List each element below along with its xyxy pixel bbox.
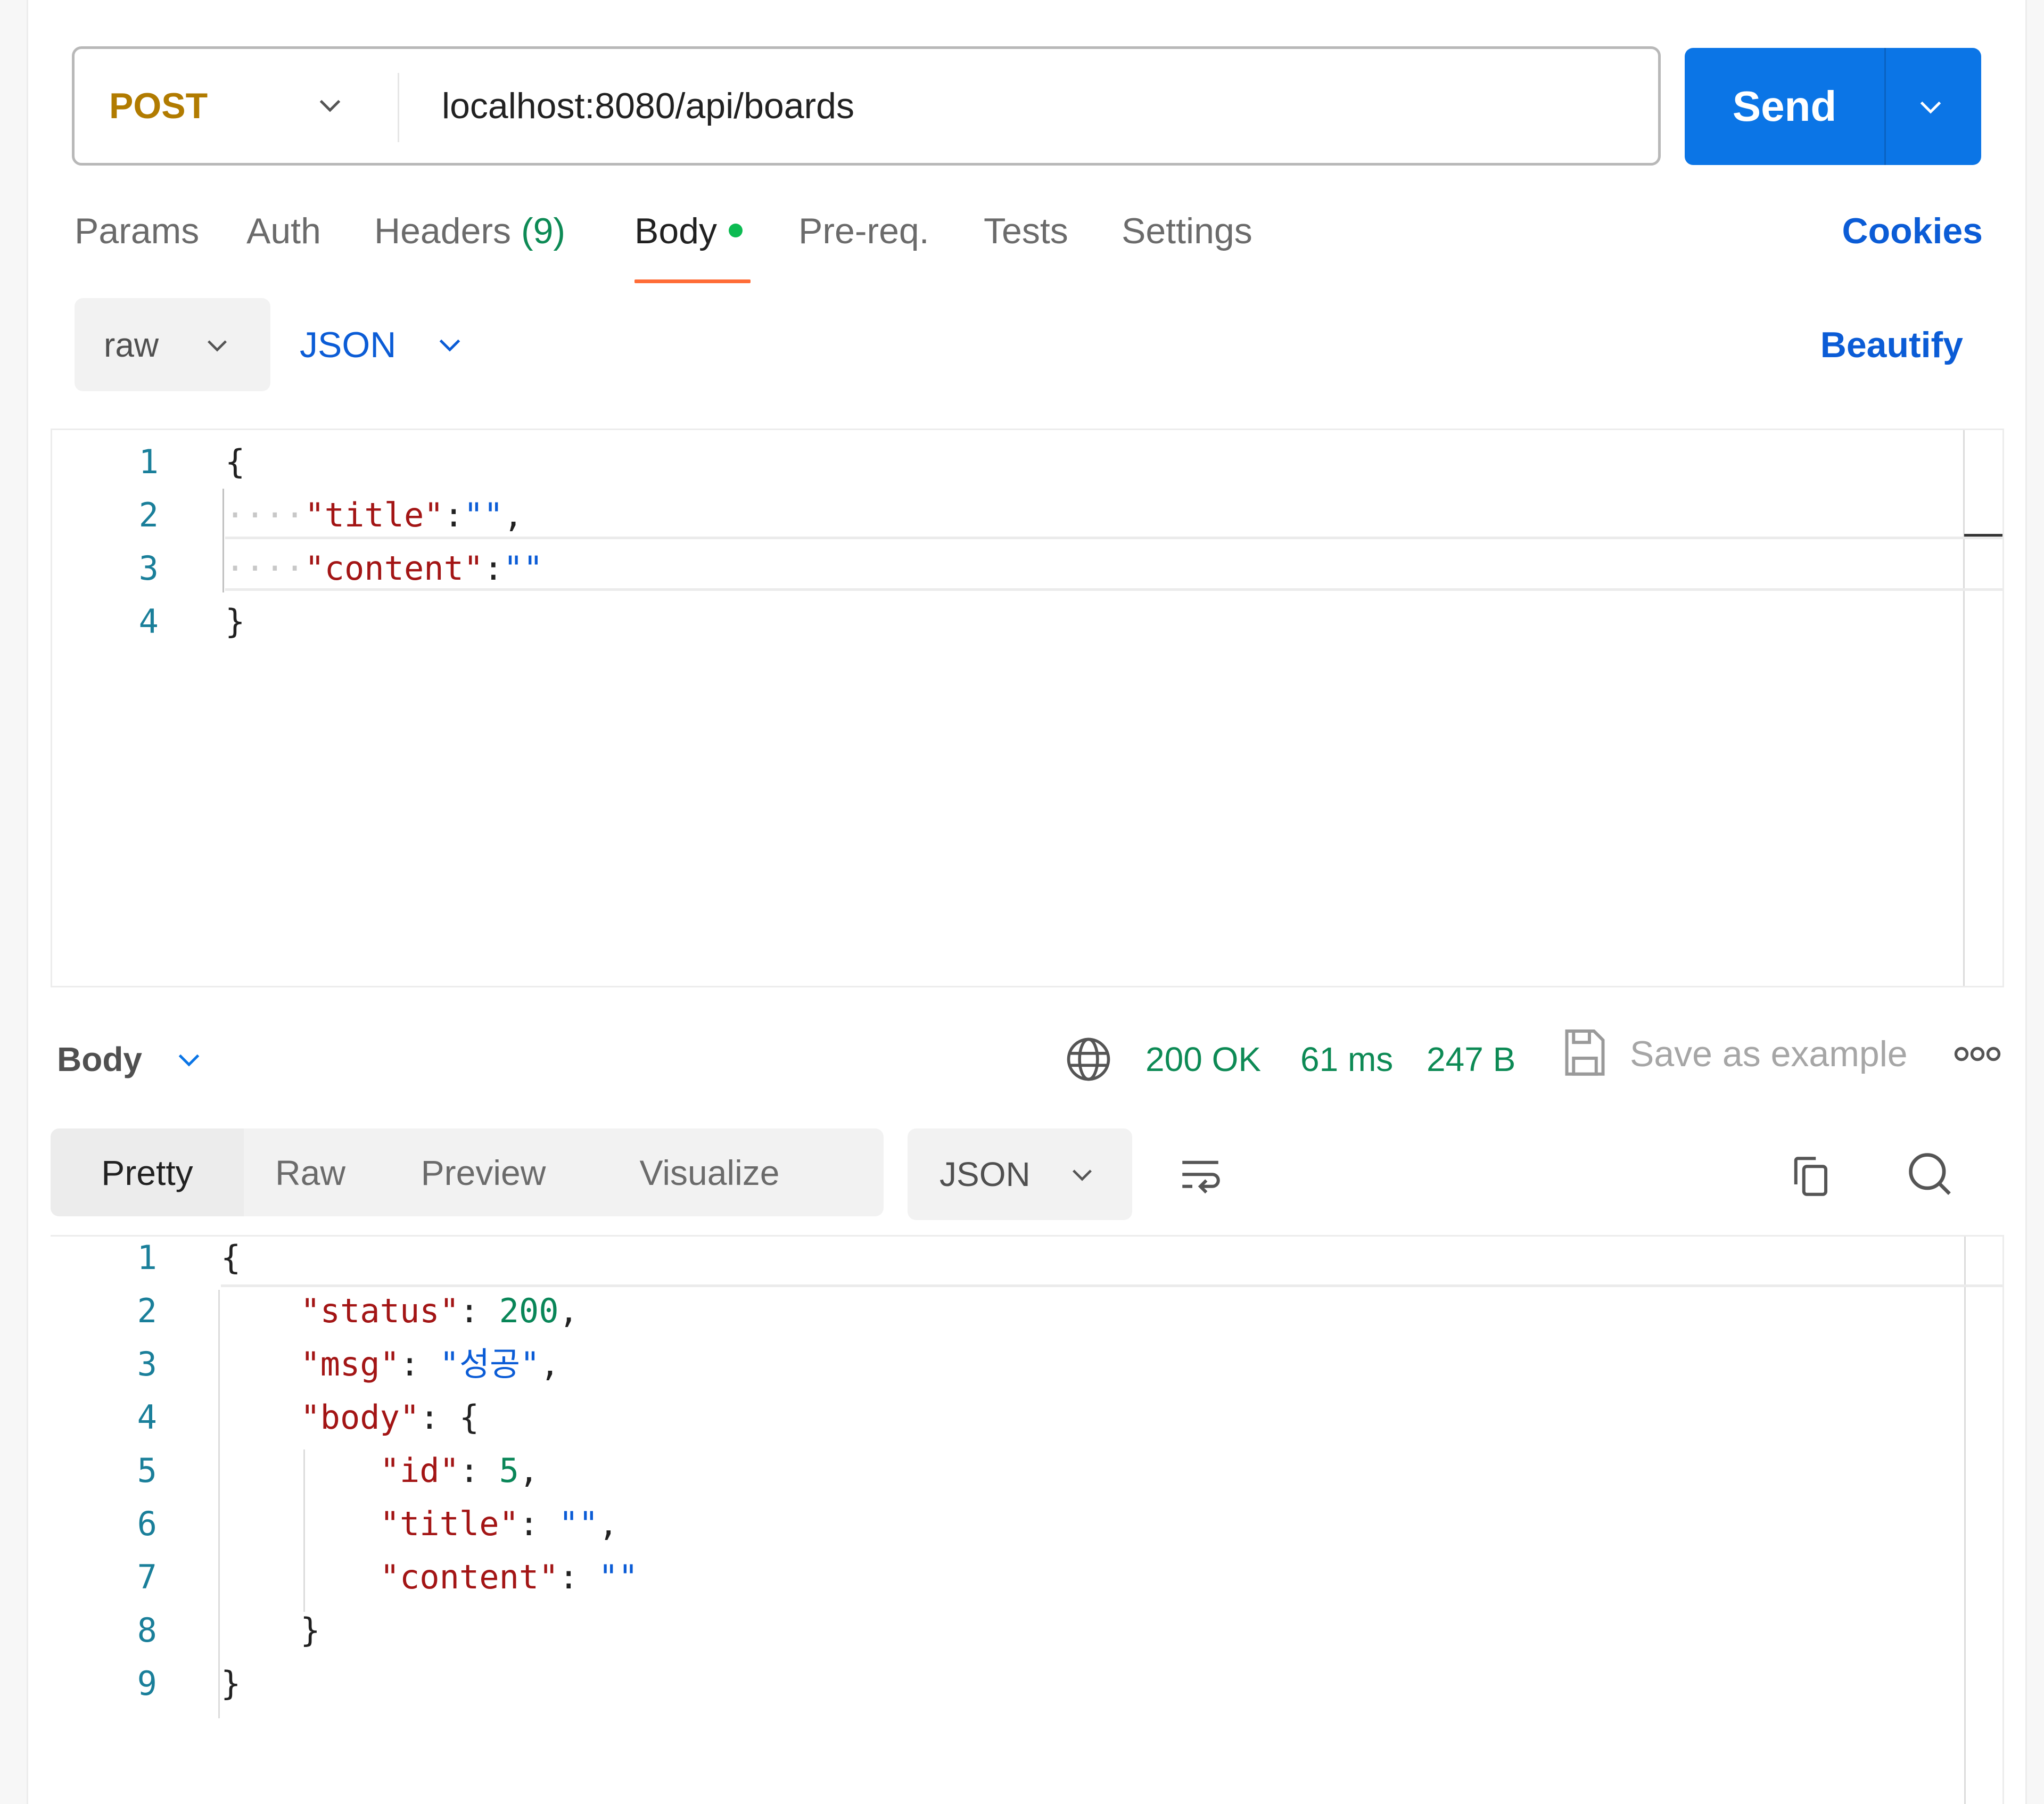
tab-pre-request[interactable]: Pre-req. xyxy=(798,210,929,252)
chevron-down-icon[interactable] xyxy=(434,328,466,360)
line-number: 2 xyxy=(138,496,159,534)
line-number: 6 xyxy=(137,1504,157,1543)
save-icon xyxy=(1565,1029,1605,1076)
response-view-tabs: Pretty Raw Preview Visualize xyxy=(51,1128,884,1216)
line-number: 3 xyxy=(137,1345,157,1383)
active-tab-indicator xyxy=(634,279,751,283)
save-as-example-button[interactable]: Save as example xyxy=(1630,1027,1908,1081)
code-text: } xyxy=(225,602,245,641)
divider xyxy=(398,73,399,142)
code-line: 1 { xyxy=(51,1231,2002,1284)
code-text: ····"title":"", xyxy=(225,496,523,534)
globe-icon[interactable] xyxy=(1065,1035,1112,1083)
line-number: 4 xyxy=(138,602,159,641)
chevron-down-icon[interactable] xyxy=(314,89,346,121)
line-number: 9 xyxy=(137,1664,157,1703)
request-body-editor[interactable]: 1 { 2 ····"title":"", 3 ····"content":""… xyxy=(51,429,2004,987)
chevron-down-icon xyxy=(208,340,227,352)
code-line: 6 "title": "", xyxy=(51,1497,2002,1551)
msg-value: 성공 xyxy=(459,1345,521,1383)
view-tab-raw[interactable]: Raw xyxy=(244,1128,377,1216)
response-body-viewer[interactable]: 1 { 2 "status": 200, 3 "msg": "성공", 4 "b… xyxy=(51,1235,2004,1804)
method-select[interactable]: POST xyxy=(109,49,208,163)
headers-count: (9) xyxy=(521,211,566,251)
code-text: } xyxy=(221,1611,320,1650)
code-line: 4 "body": { xyxy=(51,1391,2002,1444)
more-options-icon[interactable] xyxy=(1954,1038,2001,1070)
code-text: "msg": "성공", xyxy=(300,1345,560,1383)
tab-body[interactable]: Body xyxy=(634,210,743,252)
send-button-group: Send xyxy=(1685,48,1981,165)
code-line: 8 } xyxy=(51,1604,2002,1657)
code-text: "status": 200, xyxy=(300,1291,579,1330)
tab-headers[interactable]: Headers (9) xyxy=(374,210,565,252)
body-mode-select[interactable]: raw xyxy=(75,298,270,391)
left-panel-edge xyxy=(0,0,28,1804)
line-number: 4 xyxy=(137,1398,157,1437)
code-line: 3 "msg": "성공", xyxy=(51,1338,2002,1391)
code-line: 7 "content": "" xyxy=(51,1551,2002,1604)
code-text: { xyxy=(221,1238,241,1277)
cookies-link[interactable]: Cookies xyxy=(1842,210,1983,252)
view-tab-visualize[interactable]: Visualize xyxy=(590,1128,829,1216)
tab-body-label: Body xyxy=(634,211,717,251)
code-line: 2 ····"title":"", xyxy=(52,489,2002,542)
response-size[interactable]: 247 B xyxy=(1427,1033,1515,1086)
code-text: { xyxy=(225,442,245,481)
response-status[interactable]: 200 OK xyxy=(1145,1033,1261,1086)
beautify-button[interactable]: Beautify xyxy=(1820,298,1963,391)
response-format-select[interactable]: JSON xyxy=(908,1128,1132,1220)
code-line: 4 } xyxy=(52,595,2002,648)
send-button[interactable]: Send xyxy=(1685,48,1884,165)
response-section-select[interactable]: Body xyxy=(57,1033,142,1086)
word-wrap-icon[interactable] xyxy=(1176,1150,1224,1203)
line-number: 5 xyxy=(137,1451,157,1490)
divider xyxy=(1884,48,1886,165)
code-text: "title": "", xyxy=(380,1504,619,1543)
chevron-down-icon[interactable] xyxy=(173,1043,205,1075)
code-line: 2 "status": 200, xyxy=(51,1284,2002,1338)
copy-icon[interactable] xyxy=(1786,1150,1834,1203)
request-url-bar: POST localhost:8080/api/boards xyxy=(72,46,1661,166)
body-modified-dot-icon xyxy=(729,224,743,238)
line-number: 3 xyxy=(138,549,159,588)
send-options-chevron-icon[interactable] xyxy=(1915,90,1947,122)
code-line: 1 { xyxy=(52,435,2002,489)
tab-params[interactable]: Params xyxy=(75,210,199,252)
code-line: 9 } xyxy=(51,1657,2002,1710)
view-tab-preview[interactable]: Preview xyxy=(377,1128,590,1216)
line-number: 7 xyxy=(137,1558,157,1596)
body-mode-label: raw xyxy=(104,325,159,364)
code-text: ····"content":"" xyxy=(225,549,543,588)
right-panel-edge xyxy=(2025,0,2044,1804)
tab-settings[interactable]: Settings xyxy=(1122,210,1252,252)
code-text: "id": 5, xyxy=(380,1451,539,1490)
tab-tests[interactable]: Tests xyxy=(984,210,1068,252)
response-format-label: JSON xyxy=(939,1155,1031,1193)
body-language-select[interactable]: JSON xyxy=(300,298,396,391)
line-number: 2 xyxy=(137,1291,157,1330)
line-number: 1 xyxy=(138,442,159,481)
view-tab-pretty[interactable]: Pretty xyxy=(51,1128,244,1216)
code-line: 3 ····"content":"" xyxy=(52,542,2002,595)
tab-headers-label: Headers xyxy=(374,211,512,251)
chevron-down-icon xyxy=(1073,1169,1092,1181)
line-number: 1 xyxy=(137,1238,157,1277)
search-icon[interactable] xyxy=(1903,1144,1956,1203)
tab-auth[interactable]: Auth xyxy=(246,210,321,252)
code-text: "body": { xyxy=(300,1398,480,1437)
response-time[interactable]: 61 ms xyxy=(1300,1033,1393,1086)
line-number: 8 xyxy=(137,1611,157,1650)
code-text: "content": "" xyxy=(380,1558,638,1596)
url-input[interactable]: localhost:8080/api/boards xyxy=(442,49,854,163)
code-text: } xyxy=(221,1664,241,1703)
code-line: 5 "id": 5, xyxy=(51,1444,2002,1497)
